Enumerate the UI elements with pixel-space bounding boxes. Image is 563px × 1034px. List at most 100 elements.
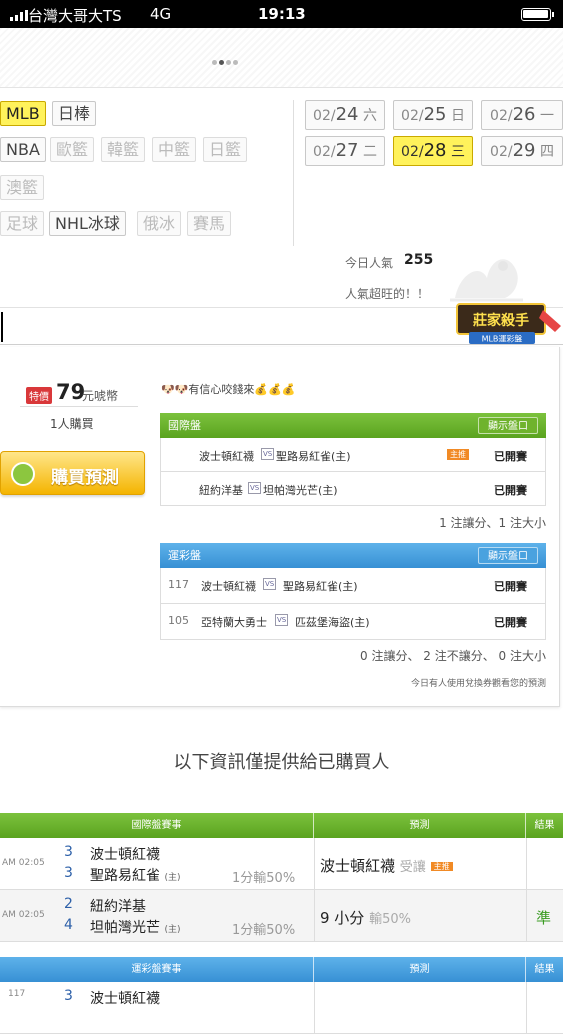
network-type: 4G [150, 5, 172, 23]
intl-table-header: 國際盤賽事 預測 結果 [0, 813, 563, 838]
lottery-show-odds-button[interactable]: 顯示盤口 [478, 547, 538, 564]
game-number: 117 [8, 989, 26, 999]
buyer-only-title: 以下資訊僅提供給已購買人 [173, 752, 390, 773]
vs-icon: VS [275, 614, 289, 626]
game-status: 已開賽 [494, 484, 527, 497]
home-team: 聖路易紅雀(主) [276, 450, 351, 463]
date-tab-0227[interactable]: 02/27 二 [305, 136, 385, 166]
signal-icon [10, 10, 28, 21]
confidence-line: 🐶🐶有信心咬錢來💰💰💰 [161, 381, 296, 397]
game-status: 已開賽 [494, 580, 527, 593]
col-result: 結果 [534, 820, 555, 831]
sale-badge: 特價 [26, 387, 52, 404]
battery-icon [521, 8, 554, 21]
date-tab-0226[interactable]: 02/26 一 [481, 100, 563, 130]
text-cursor [1, 312, 3, 342]
brand-name: 莊家殺手 [473, 312, 529, 329]
popularity-note: 人氣超旺的！！ [345, 287, 430, 301]
home-team: 聖路易紅雀 (主) [90, 868, 181, 884]
dog-face-icon: 🐶🐶 [161, 383, 189, 396]
away-team: 紐約洋基 [90, 899, 146, 915]
intl-show-odds-button[interactable]: 顯示盤口 [478, 417, 538, 434]
home-score: 3 [64, 865, 73, 881]
result-mark: 準 [536, 909, 552, 927]
game-time: AM 02:05 [2, 910, 45, 920]
table-row: AM 02:05 3 波士頓紅襪 3 聖路易紅雀 (主) 1分輸50% 波士頓紅… [0, 838, 563, 890]
sport-tab-aus-basketball[interactable]: 澳籃 [0, 175, 45, 200]
home-score: 4 [64, 917, 73, 933]
sport-tab-soccer[interactable]: 足球 [0, 211, 45, 236]
sport-tab-horse-racing[interactable]: 賽馬 [187, 211, 232, 236]
away-team: 波士頓紅襪 [90, 847, 160, 863]
intl-section-header: 國際盤 顯示盤口 [160, 413, 546, 438]
away-team: 亞特蘭大勇士 [201, 616, 267, 629]
buy-button-label: 購買預測 [51, 468, 119, 488]
featured-tag: 主推 [447, 449, 469, 460]
price-unit: 元唬幣 [82, 389, 119, 403]
confidence-label: 有信心咬錢來 [188, 383, 255, 396]
buy-prediction-button[interactable]: 購買預測 [0, 451, 145, 495]
sport-tab-nba[interactable]: NBA [0, 137, 46, 162]
date-tab-0224[interactable]: 02/24 六 [305, 100, 385, 130]
prediction-pick: 9 小分 輸50% [320, 909, 411, 927]
col-prediction: 預測 [314, 957, 526, 982]
sport-tab-japan-basketball[interactable]: 日籃 [203, 137, 248, 162]
game-number: 105 [168, 614, 189, 627]
col-match: 運彩盤賽事 [0, 957, 314, 982]
vs-icon: VS [263, 578, 277, 590]
handicap-line: 1分輸50% [232, 923, 296, 938]
date-tab-0225[interactable]: 02/25 日 [393, 100, 473, 130]
lottery-section-header: 運彩盤 顯示盤口 [160, 543, 546, 568]
date-tab-0228[interactable]: 02/28 三 [393, 136, 473, 166]
away-team: 波士頓紅襪 [199, 450, 254, 463]
sport-tab-khl[interactable]: 俄冰 [137, 211, 182, 236]
game-status: 已開賽 [494, 450, 527, 463]
intl-game-row: 紐約洋基 VS 坦帕灣光芒(主) 已開賽 [160, 472, 546, 506]
away-team: 波士頓紅襪 [201, 580, 256, 593]
home-team: 匹茲堡海盜(主) [295, 616, 370, 629]
filter-divider [293, 100, 294, 246]
status-time: 19:13 [258, 5, 306, 23]
home-team: 坦帕灣光芒 (主) [90, 920, 181, 936]
lottery-game-row: 117 波士頓紅襪 VS 聖路易紅雀(主) 已開賽 [160, 568, 546, 604]
price-value: 79 [56, 380, 86, 404]
intl-summary: 1 注讓分、1 注大小 [439, 516, 546, 530]
home-team: 聖路易紅雀(主) [283, 580, 358, 593]
lottery-table-header: 運彩盤賽事 預測 結果 [0, 957, 563, 982]
away-score: 3 [64, 988, 73, 1004]
carrier-name: 台灣大哥大TS [28, 7, 122, 25]
sport-tab-mlb[interactable]: MLB [0, 101, 46, 126]
buyer-count: 1人購買 [50, 417, 94, 431]
page-indicator[interactable] [212, 60, 238, 65]
popularity-count: 255 [404, 252, 434, 268]
brand-banner: 莊家殺手 MLB運彩盤 [456, 303, 561, 344]
sport-tab-korea-basketball[interactable]: 韓籃 [101, 137, 146, 162]
lottery-game-row: 105 亞特蘭大勇士 VS 匹茲堡海盜(主) 已開賽 [160, 604, 546, 640]
table-row: 117 3 波士頓紅襪 [0, 982, 563, 1034]
away-team: 波士頓紅襪 [90, 991, 160, 1007]
lottery-section-title: 運彩盤 [168, 549, 201, 562]
sport-tab-nhl[interactable]: NHL冰球 [49, 211, 126, 236]
sport-tab-euro-basketball[interactable]: 歐籃 [50, 137, 95, 162]
money-bag-icon [11, 462, 35, 486]
col-result: 結果 [534, 964, 555, 975]
game-number: 117 [168, 578, 189, 591]
table-row: AM 02:05 2 紐約洋基 4 坦帕灣光芒 (主) 1分輸50% 9 小分 … [0, 890, 563, 942]
home-team: 坦帕灣光芒(主) [263, 484, 338, 497]
price-divider [20, 406, 138, 407]
mascot-decoration-icon [450, 259, 523, 302]
away-score: 2 [64, 896, 73, 912]
intl-game-row: 波士頓紅襪 VS 聖路易紅雀(主) 主推 已開賽 [160, 438, 546, 472]
sport-tab-npb[interactable]: 日棒 [52, 101, 97, 126]
vs-icon: VS [248, 482, 262, 494]
away-team: 紐約洋基 [199, 484, 243, 497]
status-bar: 台灣大哥大TS 4G 19:13 [0, 0, 563, 28]
handicap-line: 1分輸50% [232, 871, 296, 886]
intl-section-title: 國際盤 [168, 419, 201, 432]
sport-tab-china-basketball[interactable]: 中籃 [152, 137, 197, 162]
game-time: AM 02:05 [2, 858, 45, 868]
header-strip [0, 28, 563, 88]
brand-sub: MLB運彩盤 [482, 334, 523, 344]
voucher-note: 今日有人使用兌換券觀看您的預測 [410, 679, 546, 689]
date-tab-0229[interactable]: 02/29 四 [481, 136, 563, 166]
